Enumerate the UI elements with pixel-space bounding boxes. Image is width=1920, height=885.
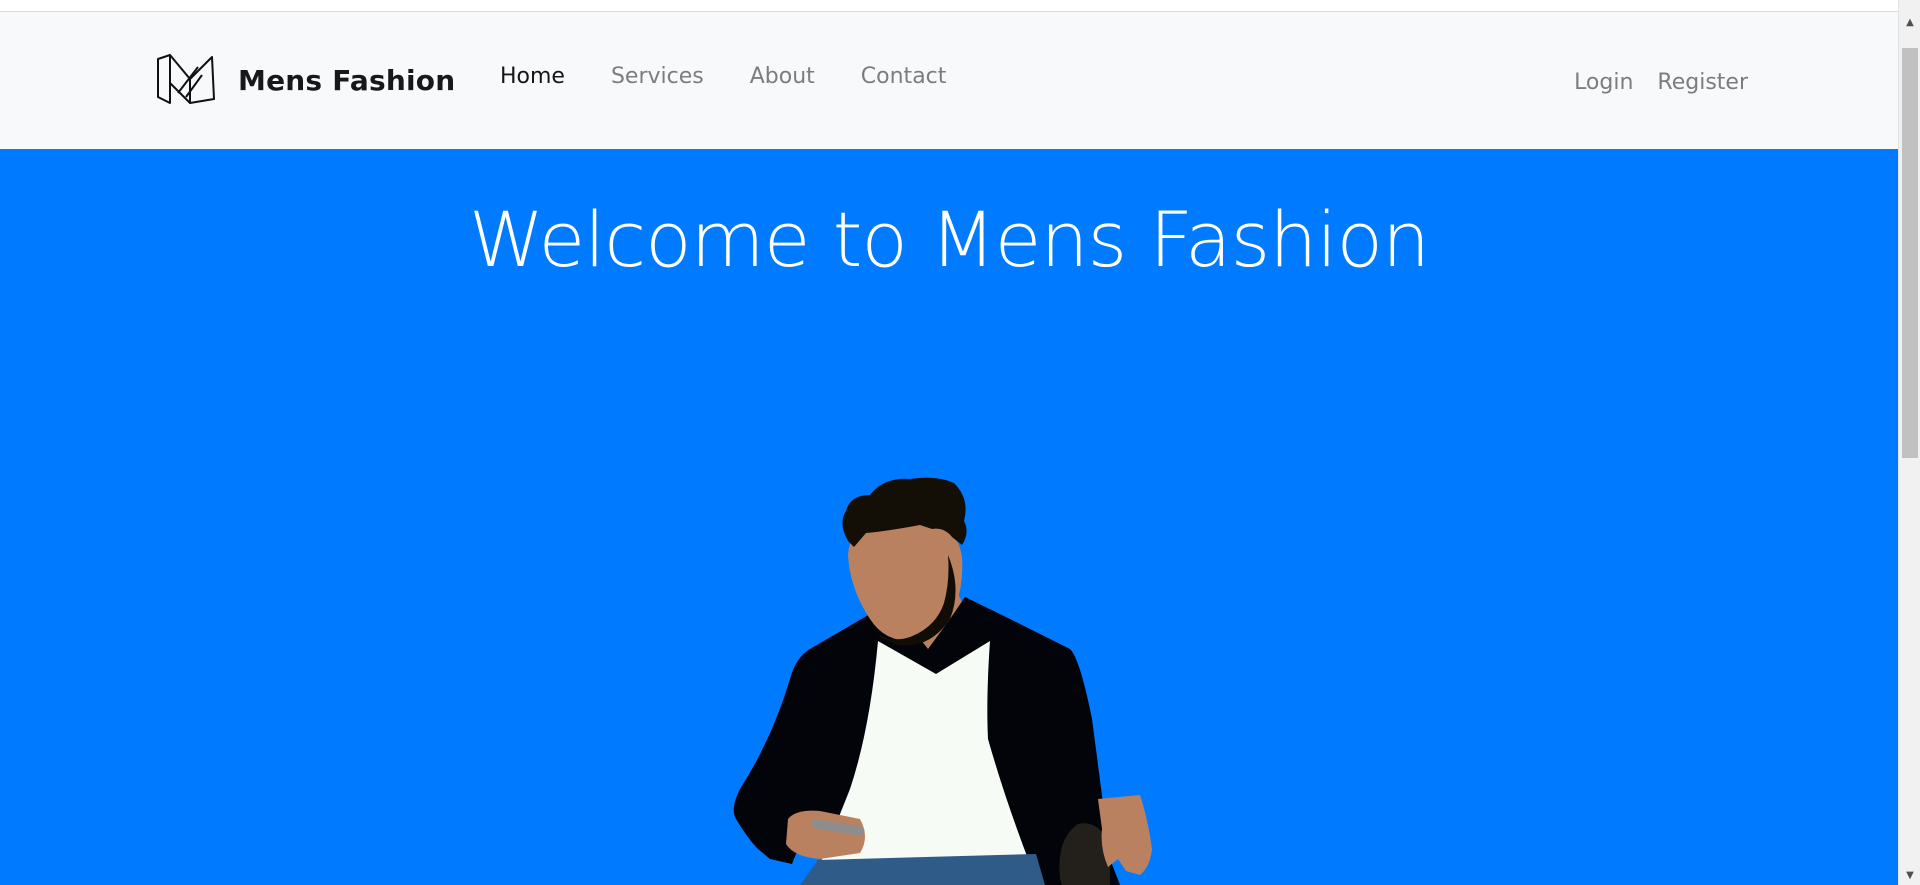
- browser-viewport: Mens Fashion Home Services About Contact…: [0, 0, 1898, 885]
- hero-section: Welcome to Mens Fashion: [0, 149, 1898, 885]
- primary-nav: Home Services About Contact: [500, 64, 992, 89]
- nav-link-about[interactable]: About: [750, 64, 815, 89]
- brand-name: Mens Fashion: [238, 63, 456, 97]
- brand-link[interactable]: Mens Fashion: [156, 52, 455, 108]
- register-link[interactable]: Register: [1657, 70, 1748, 95]
- nav-link-contact[interactable]: Contact: [861, 64, 947, 89]
- scroll-down-arrow-icon[interactable]: ▼: [1899, 865, 1920, 885]
- man-in-blazer-illustration: [733, 477, 1152, 885]
- scroll-up-arrow-icon[interactable]: ▲: [1899, 12, 1920, 32]
- browser-top-edge: [0, 0, 1898, 12]
- login-link[interactable]: Login: [1574, 70, 1633, 95]
- vertical-scrollbar[interactable]: ▲ ▼: [1898, 0, 1920, 885]
- nav-link-home[interactable]: Home: [500, 64, 565, 89]
- hero-title: Welcome to Mens Fashion: [468, 195, 1430, 284]
- mf-logo-icon: [157, 54, 215, 104]
- scroll-thumb[interactable]: [1902, 48, 1918, 458]
- nav-link-services[interactable]: Services: [611, 64, 704, 89]
- navbar: Mens Fashion Home Services About Contact…: [0, 12, 1898, 149]
- auth-nav: Login Register: [1550, 70, 1748, 95]
